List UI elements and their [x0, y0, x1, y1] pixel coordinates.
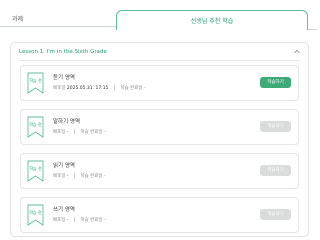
distribution-date: -: [66, 218, 69, 223]
card-title: 말하기 영역: [53, 119, 81, 125]
tab-assignments[interactable]: 과제: [0, 10, 116, 27]
completion-date: -: [103, 218, 106, 223]
status-badge-label: 학습 전: [29, 210, 42, 215]
card-meta: 배포일 - 학습 완료일 -: [53, 173, 106, 179]
meta-separator: [73, 129, 75, 134]
card-title: 읽기 영역: [53, 163, 75, 169]
completion-label: 학습 완료일: [80, 174, 103, 179]
status-badge: 학습 전: [27, 72, 44, 94]
lesson-title: Lesson 1. I'm in the Sixth Grade: [19, 49, 107, 55]
card-title: 쓰기 영역: [53, 207, 75, 213]
card-meta: 배포일 - 학습 완료일 -: [53, 217, 106, 223]
distribution-date: -: [66, 174, 69, 179]
study-button[interactable]: 학습하기: [260, 165, 291, 176]
tab-divider: [308, 29, 317, 30]
status-badge-label: 학습 전: [29, 78, 42, 83]
lesson-card-speaking: 학습 전 말하기 영역 배포일 - 학습 완료일 - 학습하기: [20, 109, 299, 145]
completion-date: -: [103, 174, 106, 179]
meta-separator: [113, 85, 115, 90]
status-badge: 학습 전: [27, 204, 44, 226]
card-meta: 배포일 2025.05.31. 17:15 학습 완료일 -: [53, 85, 146, 91]
tab-teacher-recommended[interactable]: 선생님 추천 학습: [116, 10, 308, 30]
meta-separator: [73, 173, 75, 178]
meta-separator: [73, 217, 75, 222]
divider: [19, 60, 300, 61]
distribution-date: 2025.05.31. 17:15: [66, 86, 109, 91]
distribution-label: 배포일: [53, 86, 66, 91]
lesson-card-reading: 학습 전 읽기 영역 배포일 - 학습 완료일 - 학습하기: [20, 153, 299, 189]
study-button[interactable]: 학습하기: [260, 77, 291, 88]
distribution-date: -: [66, 130, 69, 135]
chevron-up-icon[interactable]: [294, 49, 300, 54]
status-badge: 학습 전: [27, 116, 44, 138]
completion-label: 학습 완료일: [120, 86, 143, 91]
tab-teacher-recommended-label: 선생님 추천 학습: [190, 18, 234, 25]
distribution-label: 배포일: [53, 130, 66, 135]
completion-label: 학습 완료일: [80, 218, 103, 223]
tab-bar: 과제 선생님 추천 학습: [0, 0, 317, 30]
completion-date: -: [103, 130, 106, 135]
lesson-card-writing: 학습 전 쓰기 영역 배포일 - 학습 완료일 - 학습하기: [20, 197, 299, 233]
study-button[interactable]: 학습하기: [260, 209, 291, 220]
completion-date: -: [143, 86, 146, 91]
card-title: 듣기 영역: [53, 75, 75, 81]
lesson-card-listening: 학습 전 듣기 영역 배포일 2025.05.31. 17:15 학습 완료일 …: [20, 65, 299, 101]
study-button[interactable]: 학습하기: [260, 121, 291, 132]
tab-assignments-label: 과제: [12, 16, 24, 23]
status-badge-label: 학습 전: [29, 122, 42, 127]
distribution-label: 배포일: [53, 174, 66, 179]
status-badge-label: 학습 전: [29, 166, 42, 171]
card-meta: 배포일 - 학습 완료일 -: [53, 129, 106, 135]
status-badge: 학습 전: [27, 160, 44, 182]
completion-label: 학습 완료일: [80, 130, 103, 135]
lesson-panel: Lesson 1. I'm in the Sixth Grade 학습 전 듣기…: [10, 42, 309, 237]
distribution-label: 배포일: [53, 218, 66, 223]
